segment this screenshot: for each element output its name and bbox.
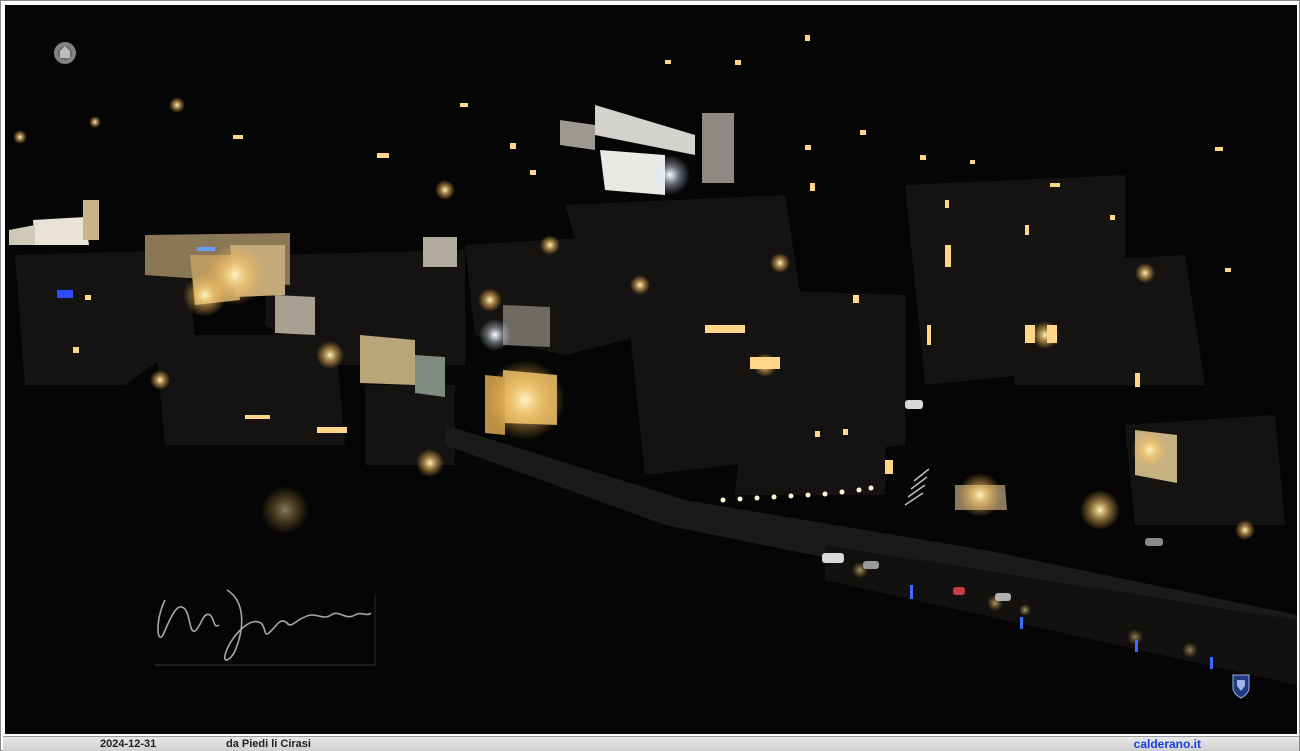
night-photo (5, 5, 1297, 734)
building-masses (15, 175, 1285, 525)
blue-sign (197, 247, 215, 251)
blue-light (57, 290, 73, 298)
caption-bar: 2024-12-31 da Piedi li Cirasi calderano.… (3, 736, 1299, 751)
photo-date: 2024-12-31 (100, 738, 157, 750)
site-link[interactable]: calderano.it (1134, 737, 1201, 751)
stairs (904, 468, 930, 506)
shield-crest-icon (1232, 674, 1250, 699)
photo-location: da Piedi li Cirasi (226, 738, 311, 750)
viewer-frame: 2024-12-31 da Piedi li Cirasi calderano.… (0, 0, 1300, 751)
town-crest-icon (54, 42, 76, 64)
photo-scene (9, 35, 1297, 699)
signature (155, 589, 376, 666)
